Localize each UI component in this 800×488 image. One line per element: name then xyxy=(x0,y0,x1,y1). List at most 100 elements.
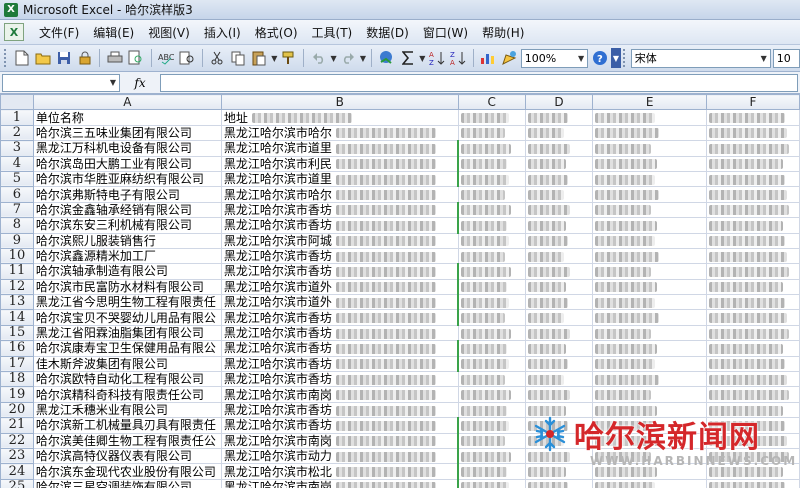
cell-redacted-c[interactable] xyxy=(457,124,526,142)
cell-address[interactable]: 黑龙江哈尔滨市道外 xyxy=(220,278,459,296)
cell-redacted-f[interactable] xyxy=(706,124,800,142)
cell-redacted-f[interactable] xyxy=(706,463,800,480)
cell-redacted-c[interactable] xyxy=(457,140,526,157)
row-header[interactable]: 1 xyxy=(0,109,34,126)
cell-redacted-f[interactable] xyxy=(706,170,800,188)
cell-redacted-c[interactable] xyxy=(457,447,526,465)
cell-redacted-f[interactable] xyxy=(706,263,800,280)
cell-address[interactable]: 黑龙江哈尔滨市南岗 xyxy=(220,432,459,449)
permission-icon[interactable] xyxy=(75,48,94,68)
cell-redacted-d[interactable] xyxy=(524,140,594,157)
cell-company-name[interactable]: 哈尔滨鑫源精米加工厂 xyxy=(32,247,222,265)
new-icon[interactable] xyxy=(12,48,31,68)
cell-redacted-c[interactable] xyxy=(457,417,526,434)
cell-redacted-f[interactable] xyxy=(706,247,800,265)
cell-address[interactable]: 黑龙江哈尔滨市道外 xyxy=(220,294,459,311)
cell-redacted-d[interactable] xyxy=(524,401,594,419)
cell-address[interactable]: 黑龙江哈尔滨市哈尔 xyxy=(220,124,459,142)
cell-redacted-e[interactable] xyxy=(592,186,707,203)
cell-redacted-f[interactable] xyxy=(706,324,800,342)
menu-data[interactable]: 数据(D) xyxy=(359,22,416,43)
row-header[interactable]: 4 xyxy=(0,155,34,172)
cell-redacted-e[interactable] xyxy=(592,232,707,249)
cell-company-name[interactable]: 哈尔滨康寿宝卫生保健用品有限公 xyxy=(32,340,222,357)
toolbar-options-icon[interactable]: ▼ xyxy=(611,48,621,68)
cell-redacted-d[interactable] xyxy=(524,278,594,296)
cell-company-name[interactable]: 哈尔滨欧特自动化工程有限公司 xyxy=(32,371,222,388)
row-header[interactable]: 13 xyxy=(0,294,34,311)
menu-file[interactable]: 文件(F) xyxy=(32,22,86,43)
cell-redacted-c[interactable] xyxy=(457,201,526,219)
cell-address[interactable]: 黑龙江哈尔滨市香坊 xyxy=(220,371,459,388)
cell-redacted-c[interactable] xyxy=(457,186,526,203)
cell-redacted-d[interactable] xyxy=(524,201,594,219)
column-header-e[interactable]: E xyxy=(592,94,707,111)
cell-address[interactable]: 黑龙江哈尔滨市香坊 xyxy=(220,247,459,265)
cell-redacted-d[interactable] xyxy=(524,324,594,342)
cell-redacted-d[interactable] xyxy=(524,186,594,203)
cell-redacted-c[interactable] xyxy=(457,371,526,388)
cell-company-name[interactable]: 黑龙江省阳霖油脂集团有限公司 xyxy=(32,324,222,342)
row-header[interactable]: 12 xyxy=(0,278,34,296)
cell-address[interactable]: 黑龙江哈尔滨市香坊 xyxy=(220,340,459,357)
row-header[interactable]: 17 xyxy=(0,355,34,373)
cell-redacted-f[interactable] xyxy=(706,201,800,219)
cell-redacted-f[interactable] xyxy=(706,340,800,357)
column-header-d[interactable]: D xyxy=(524,94,594,111)
cell-redacted-e[interactable] xyxy=(592,447,707,465)
cell-redacted-d[interactable] xyxy=(524,463,594,480)
cell-redacted-d[interactable] xyxy=(524,386,594,403)
cell-company-name[interactable]: 哈尔滨高特仪器仪表有限公司 xyxy=(32,447,222,465)
cell-redacted-e[interactable] xyxy=(592,401,707,419)
cell-redacted-d[interactable] xyxy=(524,294,594,311)
cell-redacted-f[interactable] xyxy=(706,294,800,311)
cell-redacted-d[interactable] xyxy=(524,109,594,126)
cell-redacted-c[interactable] xyxy=(457,463,526,480)
cell-redacted-e[interactable] xyxy=(592,263,707,280)
sort-ascending-icon[interactable]: AZ xyxy=(427,48,446,68)
column-header-a[interactable]: A xyxy=(32,94,222,111)
cell-address[interactable]: 黑龙江哈尔滨市利民 xyxy=(220,155,459,172)
cell-redacted-d[interactable] xyxy=(524,417,594,434)
row-header[interactable]: 18 xyxy=(0,371,34,388)
cell-redacted-d[interactable] xyxy=(524,124,594,142)
cell-company-name[interactable]: 哈尔滨新工机械量具刃具有限责任 xyxy=(32,417,222,434)
cut-icon[interactable] xyxy=(208,48,227,68)
cell-redacted-e[interactable] xyxy=(592,217,707,234)
cell-redacted-e[interactable] xyxy=(592,417,707,434)
row-header[interactable]: 15 xyxy=(0,324,34,342)
cell-redacted-f[interactable] xyxy=(706,371,800,388)
cell-company-name[interactable]: 哈尔滨熙儿服装销售行 xyxy=(32,232,222,249)
menu-edit[interactable]: 编辑(E) xyxy=(86,22,141,43)
cell-redacted-f[interactable] xyxy=(706,432,800,449)
row-header[interactable]: 14 xyxy=(0,309,34,326)
row-header[interactable]: 5 xyxy=(0,170,34,188)
cell-redacted-d[interactable] xyxy=(524,217,594,234)
column-header-f[interactable]: F xyxy=(706,94,800,111)
cell-redacted-f[interactable] xyxy=(706,278,800,296)
menu-view[interactable]: 视图(V) xyxy=(141,22,197,43)
cell-redacted-c[interactable] xyxy=(457,217,526,234)
cell-redacted-f[interactable] xyxy=(706,447,800,465)
cell-redacted-c[interactable] xyxy=(457,478,526,488)
drawing-icon[interactable] xyxy=(500,48,519,68)
cell-address[interactable]: 黑龙江哈尔滨市南岗 xyxy=(220,478,459,488)
cell-address[interactable]: 黑龙江哈尔滨市阿城 xyxy=(220,232,459,249)
cell-address[interactable]: 黑龙江哈尔滨市松北 xyxy=(220,463,459,480)
cell-redacted-e[interactable] xyxy=(592,124,707,142)
cell-redacted-d[interactable] xyxy=(524,371,594,388)
cell-address[interactable]: 黑龙江哈尔滨市香坊 xyxy=(220,201,459,219)
cell-redacted-c[interactable] xyxy=(457,355,526,373)
cell-redacted-e[interactable] xyxy=(592,155,707,172)
save-icon[interactable] xyxy=(54,48,73,68)
cell-address[interactable]: 黑龙江哈尔滨市香坊 xyxy=(220,355,459,373)
print-icon[interactable] xyxy=(105,48,124,68)
row-header[interactable]: 2 xyxy=(0,124,34,142)
cell-redacted-c[interactable] xyxy=(457,432,526,449)
cell-company-name[interactable]: 哈尔滨市民富防水材料有限公司 xyxy=(32,278,222,296)
cell-redacted-e[interactable] xyxy=(592,140,707,157)
cell-redacted-e[interactable] xyxy=(592,309,707,326)
row-header[interactable]: 9 xyxy=(0,232,34,249)
cell-address[interactable]: 黑龙江哈尔滨市南岗 xyxy=(220,386,459,403)
research-icon[interactable] xyxy=(178,48,197,68)
